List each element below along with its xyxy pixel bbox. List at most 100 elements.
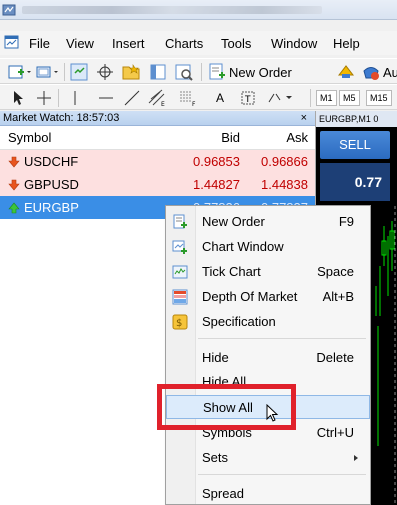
metaeditor-button[interactable]: [337, 62, 355, 82]
timeframe-m15[interactable]: M15: [366, 90, 392, 106]
horizontal-line-button[interactable]: [98, 88, 114, 108]
close-icon[interactable]: ×: [301, 111, 307, 126]
menu-separator: [198, 474, 366, 475]
sell-button[interactable]: SELL: [320, 131, 390, 159]
svg-text:E: E: [161, 101, 165, 107]
chart-tab-label: EURGBP,M1 0: [319, 114, 379, 124]
market-watch-header: Symbol Bid Ask: [0, 126, 315, 150]
menu-item-specification[interactable]: $ Specification: [166, 310, 370, 334]
symbol-name: GBPUSD: [24, 177, 79, 192]
menu-item-spread[interactable]: Spread: [166, 482, 370, 505]
new-order-label: New Order: [229, 64, 292, 80]
fibonacci-button[interactable]: F: [178, 88, 198, 108]
context-menu: New Order F9 Chart Window Tick Chart Spa…: [165, 205, 371, 505]
mouse-pointer-icon: [266, 404, 279, 422]
new-order-icon: [173, 214, 187, 229]
terminal-icon: [150, 64, 166, 80]
data-window-button[interactable]: [96, 62, 114, 82]
navigator-icon: [122, 64, 140, 80]
trendline-icon: [124, 90, 140, 106]
profiles-button[interactable]: [36, 62, 60, 82]
auto-trading-label: Au: [383, 64, 397, 80]
menu-bar: File View Insert Charts Tools Window Hel…: [0, 31, 397, 55]
menu-view[interactable]: View: [66, 36, 94, 51]
cursor-tool-button[interactable]: [12, 88, 26, 108]
price-down-icon: [8, 179, 20, 190]
cursor-icon: [14, 91, 23, 105]
menu-item-symbols[interactable]: Symbols Ctrl+U: [166, 421, 370, 445]
menu-item-new-order[interactable]: New Order F9: [166, 210, 370, 234]
bid-value: 1.44827: [193, 177, 240, 192]
text-label-button[interactable]: T: [240, 88, 256, 108]
column-ask[interactable]: Ask: [240, 130, 308, 145]
menu-item-tick-chart[interactable]: Tick Chart Space: [166, 260, 370, 284]
fibonacci-icon: F: [180, 91, 196, 107]
market-watch-toggle[interactable]: [70, 62, 88, 82]
sell-price: 0.77: [320, 163, 390, 201]
chart-tab[interactable]: EURGBP,M1 0: [316, 111, 397, 127]
crosshair-icon: [97, 64, 113, 80]
ask-value: 0.96866: [261, 154, 308, 169]
price-down-icon: [8, 156, 20, 167]
tick-chart-icon: [172, 265, 188, 279]
arrows-icon: [268, 93, 292, 103]
specification-icon: $: [172, 314, 188, 330]
menu-separator: [198, 338, 366, 339]
svg-text:F: F: [192, 101, 196, 107]
svg-text:$: $: [176, 318, 182, 329]
svg-text:T: T: [244, 95, 251, 105]
text-tool-button[interactable]: A: [216, 88, 224, 108]
crosshair-tool-icon: [37, 91, 51, 105]
bid-value: 0.96853: [193, 154, 240, 169]
menu-item-chart-window[interactable]: Chart Window: [166, 235, 370, 259]
table-row[interactable]: GBPUSD 1.44827 1.44838: [0, 173, 315, 196]
profiles-icon: [36, 66, 58, 78]
text-label-icon: T: [241, 91, 255, 105]
trendline-button[interactable]: [124, 88, 140, 108]
arrows-dropdown-button[interactable]: [266, 88, 296, 108]
channel-icon: E: [148, 89, 165, 107]
depth-of-market-icon: [172, 289, 188, 305]
menu-charts[interactable]: Charts: [165, 36, 203, 51]
line-studies-toolbar: E F A T M1 M5 M15: [0, 84, 397, 110]
vertical-line-button[interactable]: [70, 88, 80, 108]
menu-item-depth-of-market[interactable]: Depth Of Market Alt+B: [166, 285, 370, 309]
menu-help[interactable]: Help: [333, 36, 360, 51]
crosshair-tool-button[interactable]: [36, 88, 52, 108]
standard-toolbar: New Order Au: [0, 58, 397, 84]
document-icon[interactable]: [4, 34, 20, 50]
symbol-name: EURGBP: [24, 200, 79, 215]
column-symbol[interactable]: Symbol: [0, 130, 160, 145]
menu-item-hide-all[interactable]: Hide All: [166, 370, 370, 394]
new-order-button[interactable]: New Order: [208, 62, 292, 82]
blurred-title: [22, 6, 322, 14]
menu-item-sets[interactable]: Sets: [166, 446, 370, 470]
window-title-bar: [0, 0, 397, 20]
new-chart-icon: [8, 65, 31, 79]
price-up-icon: [8, 202, 20, 213]
tester-icon: [175, 64, 193, 81]
timeframe-m5[interactable]: M5: [339, 90, 360, 106]
horizontal-line-icon: [99, 97, 113, 99]
market-watch-title: Market Watch: 18:57:03: [3, 112, 120, 124]
menu-insert[interactable]: Insert: [112, 36, 145, 51]
terminal-button[interactable]: [149, 62, 167, 82]
menu-item-hide[interactable]: Hide Delete: [166, 346, 370, 370]
equidistant-channel-button[interactable]: E: [148, 88, 168, 108]
auto-trading-button[interactable]: Au: [362, 62, 397, 82]
navigator-button[interactable]: [121, 62, 141, 82]
timeframe-m1[interactable]: M1: [316, 90, 337, 106]
chart-window-icon: [172, 240, 187, 254]
column-bid[interactable]: Bid: [160, 130, 240, 145]
market-watch-title-bar: Market Watch: 18:57:03 ×: [0, 111, 315, 126]
menu-file[interactable]: File: [29, 36, 50, 51]
new-chart-button[interactable]: [8, 62, 32, 82]
metaeditor-icon: [337, 65, 355, 78]
menu-window[interactable]: Window: [271, 36, 317, 51]
vertical-line-icon: [74, 91, 76, 105]
symbol-name: USDCHF: [24, 154, 79, 169]
table-row[interactable]: USDCHF 0.96853 0.96866: [0, 150, 315, 173]
new-order-icon: [209, 63, 225, 80]
menu-tools[interactable]: Tools: [221, 36, 251, 51]
strategy-tester-button[interactable]: [174, 62, 194, 82]
